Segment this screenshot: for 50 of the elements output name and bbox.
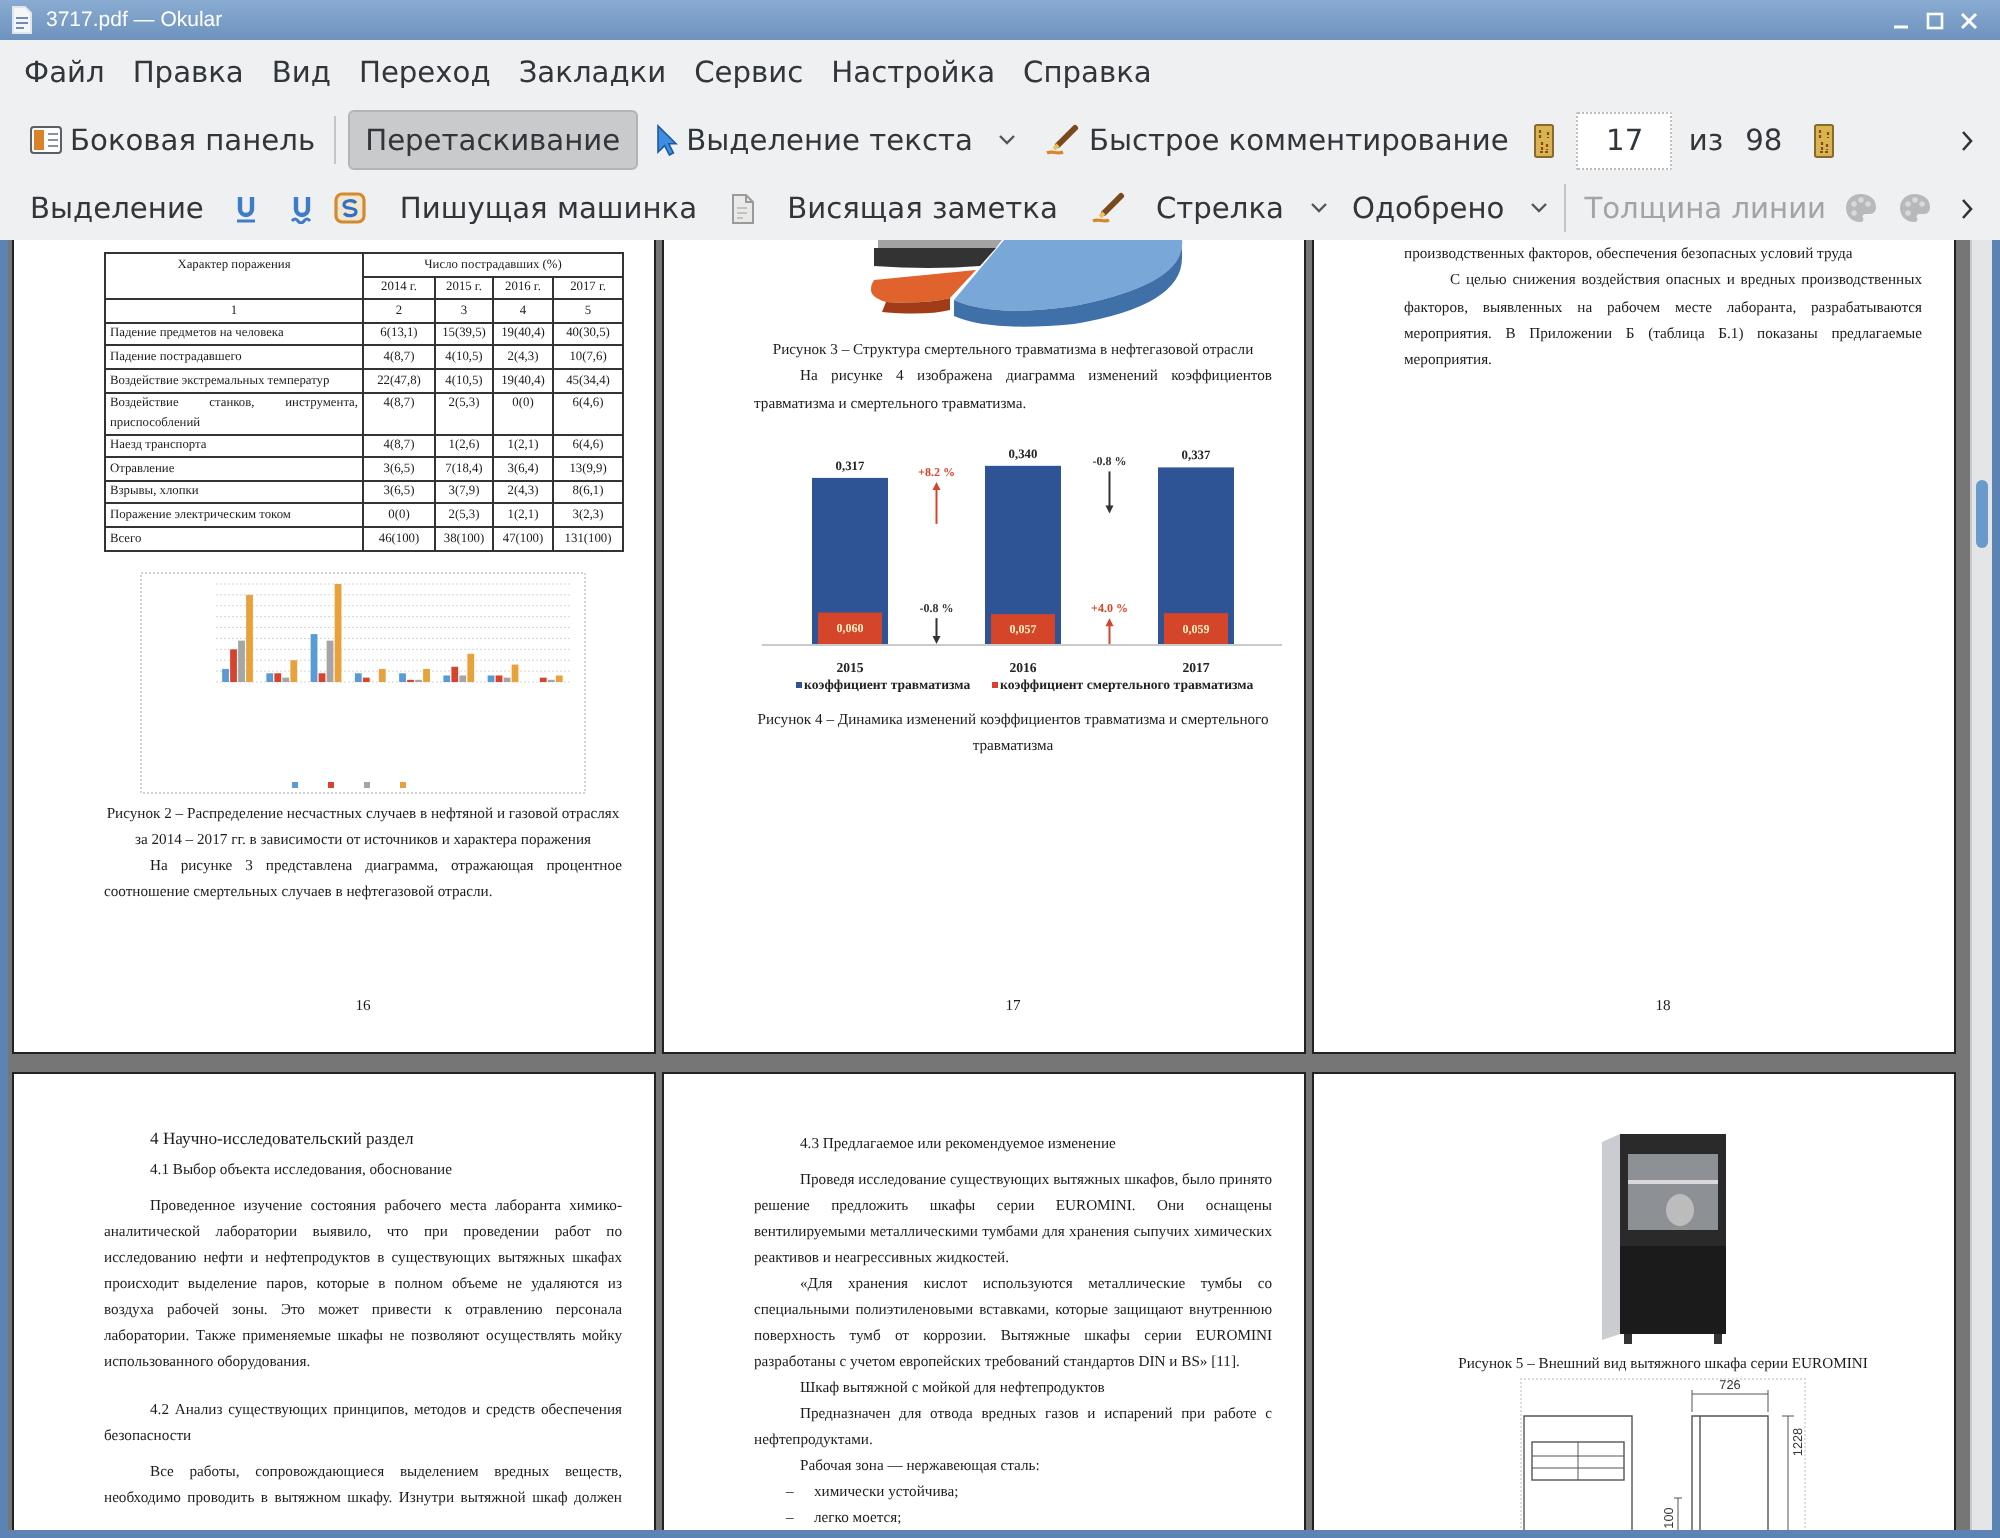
tile-icon[interactable]: [1534, 123, 1555, 157]
chart-bar: [378, 668, 386, 682]
underline-icon[interactable]: [289, 193, 314, 223]
mode-button[interactable]: Перетаскивание: [347, 110, 639, 170]
pen-icon[interactable]: [1044, 122, 1081, 158]
section-heading: 4 Научно-исследовательский раздел: [148, 1126, 416, 1152]
cursor-icon: [656, 124, 679, 156]
swirl-icon[interactable]: [333, 192, 366, 224]
typewriter-button[interactable]: Пишущая машинка: [389, 178, 708, 238]
pen-icon[interactable]: [1089, 190, 1126, 226]
legend-swatch-icon: [364, 781, 370, 788]
window-title: 3717.pdf — Okular: [46, 8, 223, 32]
arrow: [932, 616, 941, 644]
caret-icon[interactable]: [1530, 202, 1549, 214]
caret-icon[interactable]: [998, 134, 1017, 146]
highlighter-button[interactable]: Выделение: [20, 178, 214, 238]
menu-item[interactable]: Сервис: [680, 49, 818, 95]
chevron-icon[interactable]: [1960, 129, 1974, 151]
menu-item[interactable]: Переход: [344, 49, 505, 95]
legend-swatch-icon: [328, 781, 334, 788]
underline-icon[interactable]: [233, 193, 258, 223]
legend-swatch-icon: [400, 781, 406, 788]
menu-item[interactable]: Файл: [10, 49, 119, 95]
document-icon: [10, 6, 34, 34]
stamp-button[interactable]: Одобрено: [1341, 178, 1559, 238]
sidebar-button[interactable]: Боковая панель: [20, 110, 326, 170]
arrow: [932, 481, 941, 525]
page-of-label: из: [1688, 123, 1724, 157]
menu-item[interactable]: Настройка: [817, 49, 1010, 95]
shapes-button[interactable]: Стрелка: [1145, 178, 1338, 238]
maximize-icon[interactable]: [1926, 11, 1944, 29]
caret-icon[interactable]: [1309, 202, 1328, 214]
menu-item[interactable]: Вид: [257, 49, 345, 95]
tile-icon[interactable]: [1814, 123, 1835, 157]
popup-note-button[interactable]: Висящая заметка: [777, 178, 1068, 238]
menu-item[interactable]: Правка: [118, 49, 258, 95]
note-icon[interactable]: [729, 193, 754, 223]
page-number-field[interactable]: 17: [1576, 111, 1673, 169]
chevron-icon[interactable]: [1960, 197, 1974, 219]
arrow: [1105, 617, 1114, 645]
arrow: [1105, 470, 1114, 514]
page-count-label: 98: [1745, 123, 1783, 157]
mode-button[interactable]: Выделение текста: [646, 110, 1027, 170]
quick-annotations-button[interactable]: Быстрое комментирование: [1034, 110, 1519, 170]
sidebar-icon: [30, 126, 62, 154]
menu-item[interactable]: Справка: [1009, 49, 1166, 95]
close-icon[interactable]: [1960, 11, 1978, 29]
menu-item[interactable]: Закладки: [504, 49, 681, 95]
legend-swatch-icon: [292, 781, 298, 788]
scrollbar-thumb[interactable]: [1976, 480, 1988, 548]
